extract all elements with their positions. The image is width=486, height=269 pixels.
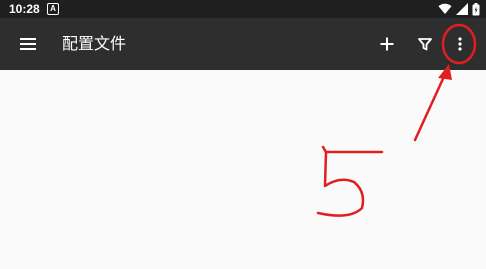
plus-icon	[380, 37, 394, 51]
signal-icon	[456, 3, 468, 15]
profile-list-area	[0, 70, 486, 269]
wifi-icon	[438, 3, 452, 15]
a-box-icon: A	[47, 3, 59, 15]
filter-button[interactable]	[411, 30, 439, 58]
page-title: 配置文件	[62, 34, 127, 53]
app-bar: 配置文件	[0, 18, 486, 70]
screen: 10:28 A 配置文件	[0, 0, 486, 269]
status-bar: 10:28 A	[0, 0, 486, 18]
status-icons	[438, 2, 480, 16]
more-vert-icon	[458, 37, 462, 51]
hamburger-menu-icon[interactable]	[14, 32, 42, 56]
add-button[interactable]	[373, 30, 401, 58]
battery-icon	[472, 2, 480, 15]
filter-funnel-icon	[418, 38, 432, 51]
status-time: 10:28	[9, 2, 40, 16]
more-options-button[interactable]	[446, 30, 474, 58]
